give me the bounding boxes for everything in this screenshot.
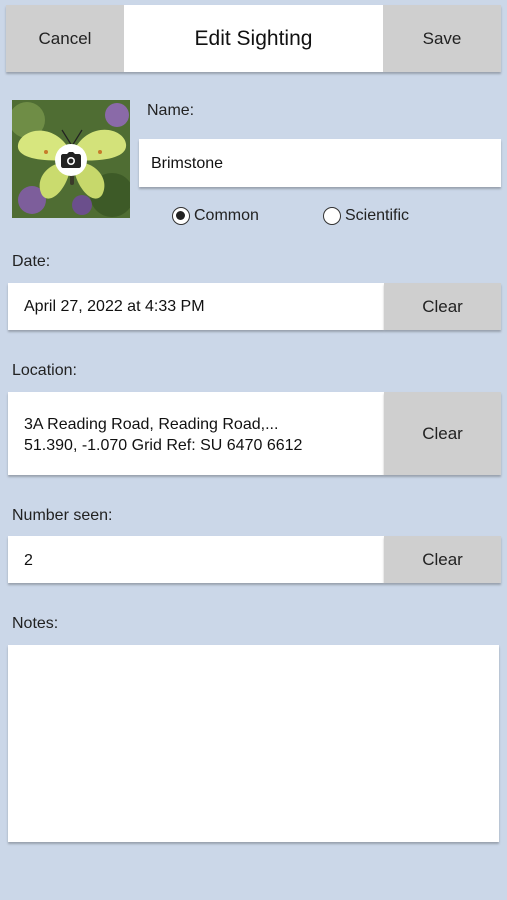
radio-scientific-label: Scientific: [345, 207, 410, 224]
location-clear-button[interactable]: Clear: [384, 392, 501, 475]
date-value: April 27, 2022 at 4:33 PM: [24, 298, 205, 315]
date-clear-button[interactable]: Clear: [384, 283, 501, 330]
number-seen-value: 2: [24, 552, 33, 569]
number-seen-label: Number seen:: [12, 507, 113, 524]
notes-label: Notes:: [12, 615, 59, 632]
radio-scientific-unselected-icon: [323, 207, 341, 225]
name-value: Brimstone: [151, 155, 224, 172]
sighting-photo[interactable]: [12, 100, 130, 218]
location-coordinates: 51.390, -1.070 Grid Ref: SU 6470 6612: [24, 437, 303, 454]
radio-common[interactable]: Common: [172, 207, 259, 225]
name-label: Name:: [147, 102, 195, 119]
number-seen-field[interactable]: 2: [8, 536, 384, 583]
date-field[interactable]: April 27, 2022 at 4:33 PM: [8, 283, 384, 330]
notes-field[interactable]: [8, 645, 499, 842]
date-label: Date:: [12, 253, 51, 270]
camera-icon[interactable]: [55, 144, 87, 176]
radio-common-label: Common: [194, 207, 259, 224]
cancel-button[interactable]: Cancel: [6, 5, 124, 72]
name-field[interactable]: Brimstone: [139, 139, 501, 187]
top-bar: Cancel Edit Sighting Save: [6, 5, 501, 72]
page-title: Edit Sighting: [124, 5, 383, 72]
location-field[interactable]: 3A Reading Road, Reading Road,... 51.390…: [8, 392, 384, 475]
radio-common-selected-icon: [172, 207, 190, 225]
location-label: Location:: [12, 362, 77, 379]
number-seen-clear-button[interactable]: Clear: [384, 536, 501, 583]
location-address: 3A Reading Road, Reading Road,...: [24, 416, 279, 433]
save-button[interactable]: Save: [383, 5, 501, 72]
radio-scientific[interactable]: Scientific: [323, 207, 409, 225]
